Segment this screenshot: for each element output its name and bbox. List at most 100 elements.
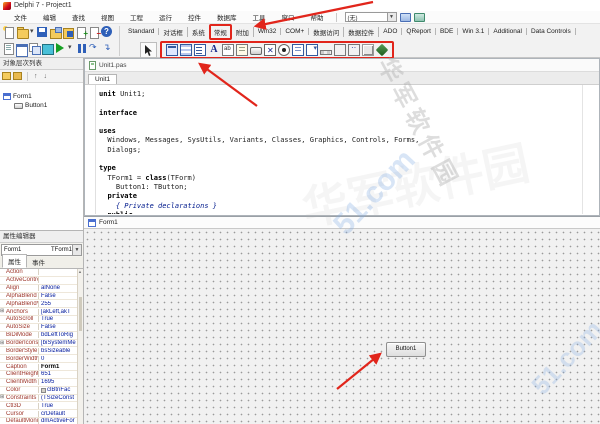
- menu-item[interactable]: 编辑: [35, 12, 64, 22]
- toggle-form-unit-icon[interactable]: [28, 42, 41, 55]
- property-row[interactable]: Caption Form1: [0, 363, 83, 371]
- menu-item[interactable]: 控件: [180, 12, 209, 22]
- open-project-icon[interactable]: [49, 26, 62, 39]
- menu-item[interactable]: 工程: [122, 12, 151, 22]
- palette-tab[interactable]: 对话框: [159, 27, 188, 37]
- checkbox-icon[interactable]: [264, 44, 276, 56]
- radio-group-icon[interactable]: [348, 44, 360, 56]
- menu-item[interactable]: 查找: [64, 12, 93, 22]
- property-row[interactable]: ActiveContro: [0, 277, 83, 285]
- open-drop-icon[interactable]: [28, 26, 36, 39]
- move-down-icon[interactable]: ↓: [44, 73, 48, 80]
- palette-tab[interactable]: Additional: [489, 28, 527, 35]
- form-titlebar[interactable]: Form1: [84, 217, 600, 229]
- group-box-icon[interactable]: [334, 44, 346, 56]
- edit-icon[interactable]: [222, 44, 234, 56]
- menu-item[interactable]: 视图: [93, 12, 122, 22]
- label-icon[interactable]: [208, 44, 220, 56]
- menu-item[interactable]: 文件: [6, 12, 35, 22]
- expand-icon[interactable]: ⊞: [0, 308, 4, 315]
- menu-item[interactable]: 运行: [151, 12, 180, 22]
- pause-icon[interactable]: [75, 42, 88, 55]
- trace-into-icon[interactable]: [88, 42, 101, 55]
- help-icon[interactable]: [101, 26, 114, 39]
- menu-item[interactable]: 工具: [245, 12, 274, 22]
- new-item-icon[interactable]: [2, 72, 11, 80]
- palette-tab[interactable]: Standard: [124, 28, 159, 35]
- main-menu-icon[interactable]: [180, 44, 192, 56]
- property-row[interactable]: Action: [0, 269, 83, 277]
- property-row[interactable]: ⊞ Constraints (TSizeConst: [0, 395, 83, 403]
- desktop-layout-combo[interactable]: (无) ▼: [345, 12, 397, 22]
- tab-unit1[interactable]: Unit1: [88, 74, 117, 84]
- memo-icon[interactable]: [236, 44, 248, 56]
- open-icon[interactable]: [15, 26, 28, 39]
- property-row[interactable]: Align alNone: [0, 285, 83, 293]
- scroll-bar-icon[interactable]: [320, 50, 332, 55]
- panel-icon[interactable]: [362, 44, 374, 56]
- property-row[interactable]: AutoSize False: [0, 324, 83, 332]
- chevron-down-icon[interactable]: ▼: [387, 13, 396, 21]
- property-row[interactable]: AlphaBlendVa 255: [0, 300, 83, 308]
- property-row[interactable]: AlphaBlend False: [0, 293, 83, 301]
- tab-properties[interactable]: 属性: [2, 254, 27, 268]
- button1-control[interactable]: Button1: [386, 342, 426, 357]
- inspector-scrollbar[interactable]: [77, 269, 83, 424]
- save-desktop-icon[interactable]: [400, 13, 411, 22]
- radio-button-icon[interactable]: [278, 44, 290, 56]
- palette-tab[interactable]: 常规: [210, 27, 232, 37]
- property-row[interactable]: Ctl3D True: [0, 402, 83, 410]
- menu-item[interactable]: 数据库: [209, 12, 245, 22]
- tab-events[interactable]: 事件: [27, 256, 50, 268]
- menu-item[interactable]: 帮助: [303, 12, 332, 22]
- new-form-icon[interactable]: [41, 42, 54, 55]
- property-row[interactable]: AutoScroll True: [0, 316, 83, 324]
- tree-node[interactable]: Button1: [0, 101, 83, 110]
- chevron-down-icon[interactable]: ▼: [72, 245, 81, 255]
- property-row[interactable]: BorderStyle bsSizeable: [0, 347, 83, 355]
- property-row[interactable]: ⊞ BorderIcons [biSystemMe: [0, 340, 83, 348]
- delete-item-icon[interactable]: [13, 72, 22, 80]
- save-icon[interactable]: [36, 26, 49, 39]
- property-row[interactable]: DefaultMonit dmActiveFor: [0, 418, 83, 424]
- set-debug-desktop-icon[interactable]: [414, 13, 425, 22]
- expand-icon[interactable]: ⊞: [0, 340, 4, 347]
- property-row[interactable]: BiDiMode bdLeftToRig: [0, 332, 83, 340]
- palette-tab[interactable]: COM+: [281, 28, 309, 35]
- remove-file-icon[interactable]: [88, 26, 101, 39]
- expand-icon[interactable]: ⊞: [0, 394, 4, 401]
- property-row[interactable]: ⊞ Anchors [akLeft,akT: [0, 308, 83, 316]
- property-row[interactable]: Color clBtnFac: [0, 387, 83, 395]
- palette-tab[interactable]: Win32: [254, 28, 281, 35]
- save-project-icon[interactable]: [62, 26, 75, 39]
- menu-item[interactable]: 窗口: [274, 12, 303, 22]
- view-form-icon[interactable]: [15, 42, 28, 55]
- new-icon[interactable]: [2, 26, 15, 39]
- code-editor[interactable]: unit Unit1; interface uses Windows, Mess…: [85, 85, 599, 214]
- palette-tab[interactable]: Data Controls: [527, 28, 576, 35]
- run-drop-icon[interactable]: [67, 42, 75, 55]
- frames-icon[interactable]: [166, 44, 178, 56]
- property-row[interactable]: ClientWidth 1695: [0, 379, 83, 387]
- run-icon[interactable]: [54, 42, 67, 55]
- move-up-icon[interactable]: ↑: [34, 73, 38, 80]
- view-unit-icon[interactable]: [2, 42, 15, 55]
- palette-tab[interactable]: QReport: [402, 28, 436, 35]
- action-list-icon[interactable]: [376, 44, 389, 57]
- list-box-icon[interactable]: [292, 44, 304, 56]
- combo-box-icon[interactable]: [306, 44, 318, 56]
- palette-tab[interactable]: 系统: [188, 27, 210, 37]
- add-file-icon[interactable]: [75, 26, 88, 39]
- property-row[interactable]: Cursor crDefault: [0, 410, 83, 418]
- tree-node[interactable]: Form1: [0, 92, 83, 101]
- palette-tab[interactable]: 数据访问: [309, 27, 344, 37]
- property-row[interactable]: ClientHeight 651: [0, 371, 83, 379]
- property-row[interactable]: BorderWidth 0: [0, 355, 83, 363]
- pointer-tool[interactable]: [140, 42, 157, 58]
- palette-tab[interactable]: 数据控件: [344, 27, 379, 37]
- step-over-icon[interactable]: [101, 42, 114, 55]
- popup-menu-icon[interactable]: [194, 44, 206, 56]
- form-design-surface[interactable]: [84, 229, 600, 424]
- button-icon[interactable]: [250, 47, 262, 55]
- palette-tab[interactable]: Win 3.1: [458, 28, 489, 35]
